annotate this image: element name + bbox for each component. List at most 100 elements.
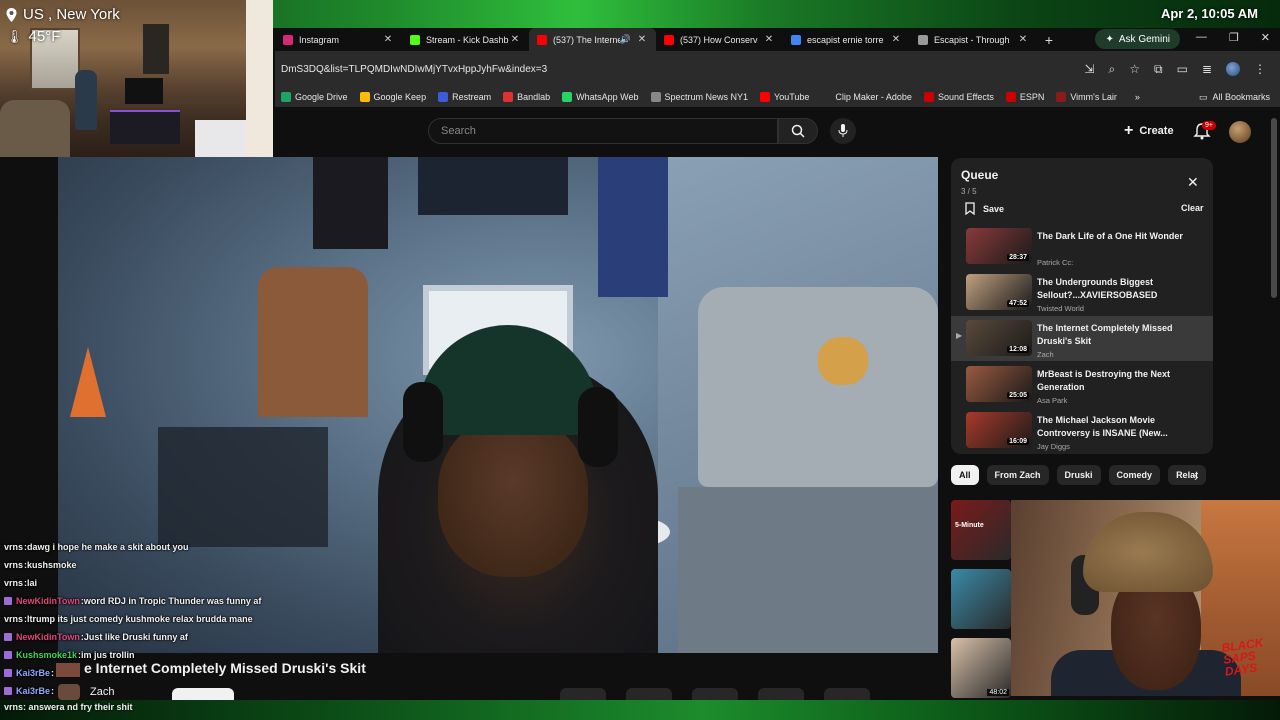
clip-button[interactable]: [824, 688, 870, 700]
browser-tab[interactable]: (537) How Conserv ✕: [656, 28, 783, 51]
tab-close-icon[interactable]: ✕: [1017, 34, 1029, 45]
chat-footer-text: answera nd fry their shit: [28, 702, 133, 712]
bookmark-item[interactable]: YouTube: [760, 92, 809, 102]
maximize-icon[interactable]: ❐: [1229, 31, 1239, 44]
tab-close-icon[interactable]: ✕: [890, 34, 902, 45]
queue-item-title[interactable]: The Dark Life of a One Hit Wonder: [1037, 230, 1209, 243]
tab-close-icon[interactable]: ✕: [509, 34, 521, 45]
bookmarks-overflow-icon[interactable]: »: [1135, 92, 1140, 102]
minimize-icon[interactable]: —: [1196, 31, 1207, 44]
bookmark-item[interactable]: WhatsApp Web: [562, 92, 639, 102]
tab-favicon-icon: [918, 34, 928, 45]
queue-close-icon[interactable]: ✕: [1187, 174, 1199, 191]
queue-item-title[interactable]: MrBeast is Destroying the Next Generatio…: [1037, 368, 1209, 394]
install-app-icon[interactable]: ⇲: [1084, 62, 1094, 77]
bookmark-item[interactable]: ESPN: [1005, 92, 1044, 102]
recommendation-thumbnail[interactable]: 48:02: [951, 638, 1011, 698]
queue-item-title[interactable]: The Michael Jackson Movie Controversy is…: [1037, 414, 1209, 440]
location-pin-icon: [6, 7, 17, 22]
queue-item[interactable]: ▶ 12:08 The Internet Completely Missed Dru…: [951, 316, 1213, 361]
all-bookmarks-label: All Bookmarks: [1212, 92, 1270, 102]
queue-item-thumbnail[interactable]: 47:52: [966, 274, 1032, 310]
bookmark-item[interactable]: Spectrum News NY1: [650, 92, 749, 102]
bookmark-favicon-icon: [821, 92, 832, 102]
extensions-icon[interactable]: ⧉: [1154, 62, 1163, 77]
browser-tab[interactable]: Escapist - Through ✕: [910, 28, 1037, 51]
recommendation-duration: 48:02: [987, 689, 1009, 696]
new-tab-button[interactable]: +: [1037, 32, 1061, 48]
menu-icon[interactable]: ⋮: [1254, 62, 1266, 77]
queue-item-thumbnail[interactable]: 12:08: [966, 320, 1032, 356]
sidebar-icon[interactable]: ▭: [1177, 62, 1188, 77]
bookmark-item[interactable]: Clip Maker - Adobe: [821, 92, 912, 102]
url-field[interactable]: DmS3DQ&list=TLPQMDIwNDIwMjYTvxHppJyhFw&i…: [281, 64, 1084, 75]
queue-item-thumbnail[interactable]: 28:37: [966, 228, 1032, 264]
queue-item-thumbnail[interactable]: 25:05: [966, 366, 1032, 402]
webcam-shelf: [110, 110, 180, 144]
share-button[interactable]: [626, 688, 672, 700]
queue-save-button[interactable]: Save: [965, 202, 1004, 215]
queue-clear-button[interactable]: Clear: [1181, 203, 1204, 213]
tab-close-icon[interactable]: ✕: [763, 34, 775, 45]
browser-tab[interactable]: escapist ernie torre ✕: [783, 28, 910, 51]
download-button[interactable]: [758, 688, 804, 700]
zoom-icon[interactable]: ⌕: [1109, 62, 1116, 77]
recommendation-thumbnail[interactable]: 5-Minute: [951, 500, 1011, 560]
bookmark-label: Spectrum News NY1: [664, 92, 749, 102]
ask-gemini-button[interactable]: ✦ Ask Gemini: [1095, 29, 1180, 49]
bookmark-favicon-icon: [1005, 92, 1016, 102]
bookmark-item[interactable]: Google Drive: [281, 92, 348, 102]
bookmark-favicon-icon: [923, 92, 934, 102]
bookmark-item[interactable]: Sound Effects: [923, 92, 994, 102]
bookmark-item[interactable]: Restream: [438, 92, 491, 102]
browser-tab[interactable]: Stream - Kick Dashb ✕: [402, 28, 529, 51]
bookmark-item[interactable]: Google Keep: [359, 92, 426, 102]
filter-chip[interactable]: All: [951, 465, 979, 485]
tab-title: escapist ernie torre: [807, 34, 884, 45]
recommendation-thumbnail[interactable]: [951, 569, 1011, 629]
search-button[interactable]: [778, 118, 818, 144]
tab-close-icon[interactable]: ✕: [382, 34, 394, 45]
channel-name[interactable]: Zach: [90, 686, 114, 698]
page-scrollbar[interactable]: [1271, 118, 1277, 298]
queue-item[interactable]: 16:09 The Michael Jackson Movie Controver…: [951, 408, 1213, 453]
search-input[interactable]: Search: [428, 118, 778, 144]
filter-chip[interactable]: Druski: [1056, 465, 1101, 485]
channel-avatar[interactable]: [58, 684, 80, 700]
queue-item[interactable]: 25:05 MrBeast is Destroying the Next Gene…: [951, 362, 1213, 407]
filter-chip[interactable]: Comedy: [1108, 465, 1161, 485]
video-scene-coats: [258, 267, 368, 417]
subscribe-button[interactable]: [172, 688, 234, 700]
chips-next-icon[interactable]: ›: [1194, 470, 1198, 484]
all-bookmarks-button[interactable]: ▭ All Bookmarks: [1199, 92, 1270, 103]
bookmark-star-icon[interactable]: ☆: [1129, 62, 1140, 77]
tab-close-icon[interactable]: ✕: [636, 34, 648, 45]
thermometer-icon: 🌡: [6, 28, 23, 44]
tab-audio-icon[interactable]: 🔊: [620, 34, 631, 45]
bookmark-item[interactable]: Vimm's Lair: [1056, 92, 1117, 102]
like-button[interactable]: [560, 688, 606, 700]
queue-item-thumbnail[interactable]: 16:09: [966, 412, 1032, 448]
chat-username: vrns: [4, 614, 24, 624]
bookmark-favicon-icon: [650, 92, 661, 102]
browser-tab[interactable]: (537) The Interne 🔊 ✕: [529, 28, 656, 51]
filter-chip[interactable]: Relat: [1168, 465, 1207, 485]
profile-avatar[interactable]: [1226, 61, 1240, 76]
account-avatar[interactable]: [1229, 121, 1251, 143]
bookmark-item[interactable]: Bandlab: [503, 92, 550, 102]
queue-item-title[interactable]: The Undergrounds Biggest Sellout?...XAVI…: [1037, 276, 1209, 302]
filter-chip[interactable]: From Zach: [986, 465, 1049, 485]
voice-search-button[interactable]: [830, 118, 856, 144]
media-control-icon[interactable]: ≣: [1202, 62, 1212, 77]
queue-item[interactable]: 47:52 The Undergrounds Biggest Sellout?..…: [951, 270, 1213, 315]
queue-item-channel: Asa Park: [1037, 396, 1068, 405]
remix-button[interactable]: [692, 688, 738, 700]
queue-item-title[interactable]: The Internet Completely Missed Druski's …: [1037, 322, 1209, 348]
bookmark-label: Google Drive: [295, 92, 348, 102]
browser-tab[interactable]: Instagram ✕: [275, 28, 402, 51]
create-button[interactable]: + Create: [1124, 119, 1174, 143]
queue-save-label: Save: [983, 203, 1005, 214]
browser-tabstrip: Instagram ✕ Stream - Kick Dashb ✕ (537) The …: [275, 28, 1280, 51]
queue-item[interactable]: 28:37 The Dark Life of a One Hit Wonder Pa…: [951, 224, 1213, 269]
close-window-icon[interactable]: ✕: [1261, 31, 1270, 44]
